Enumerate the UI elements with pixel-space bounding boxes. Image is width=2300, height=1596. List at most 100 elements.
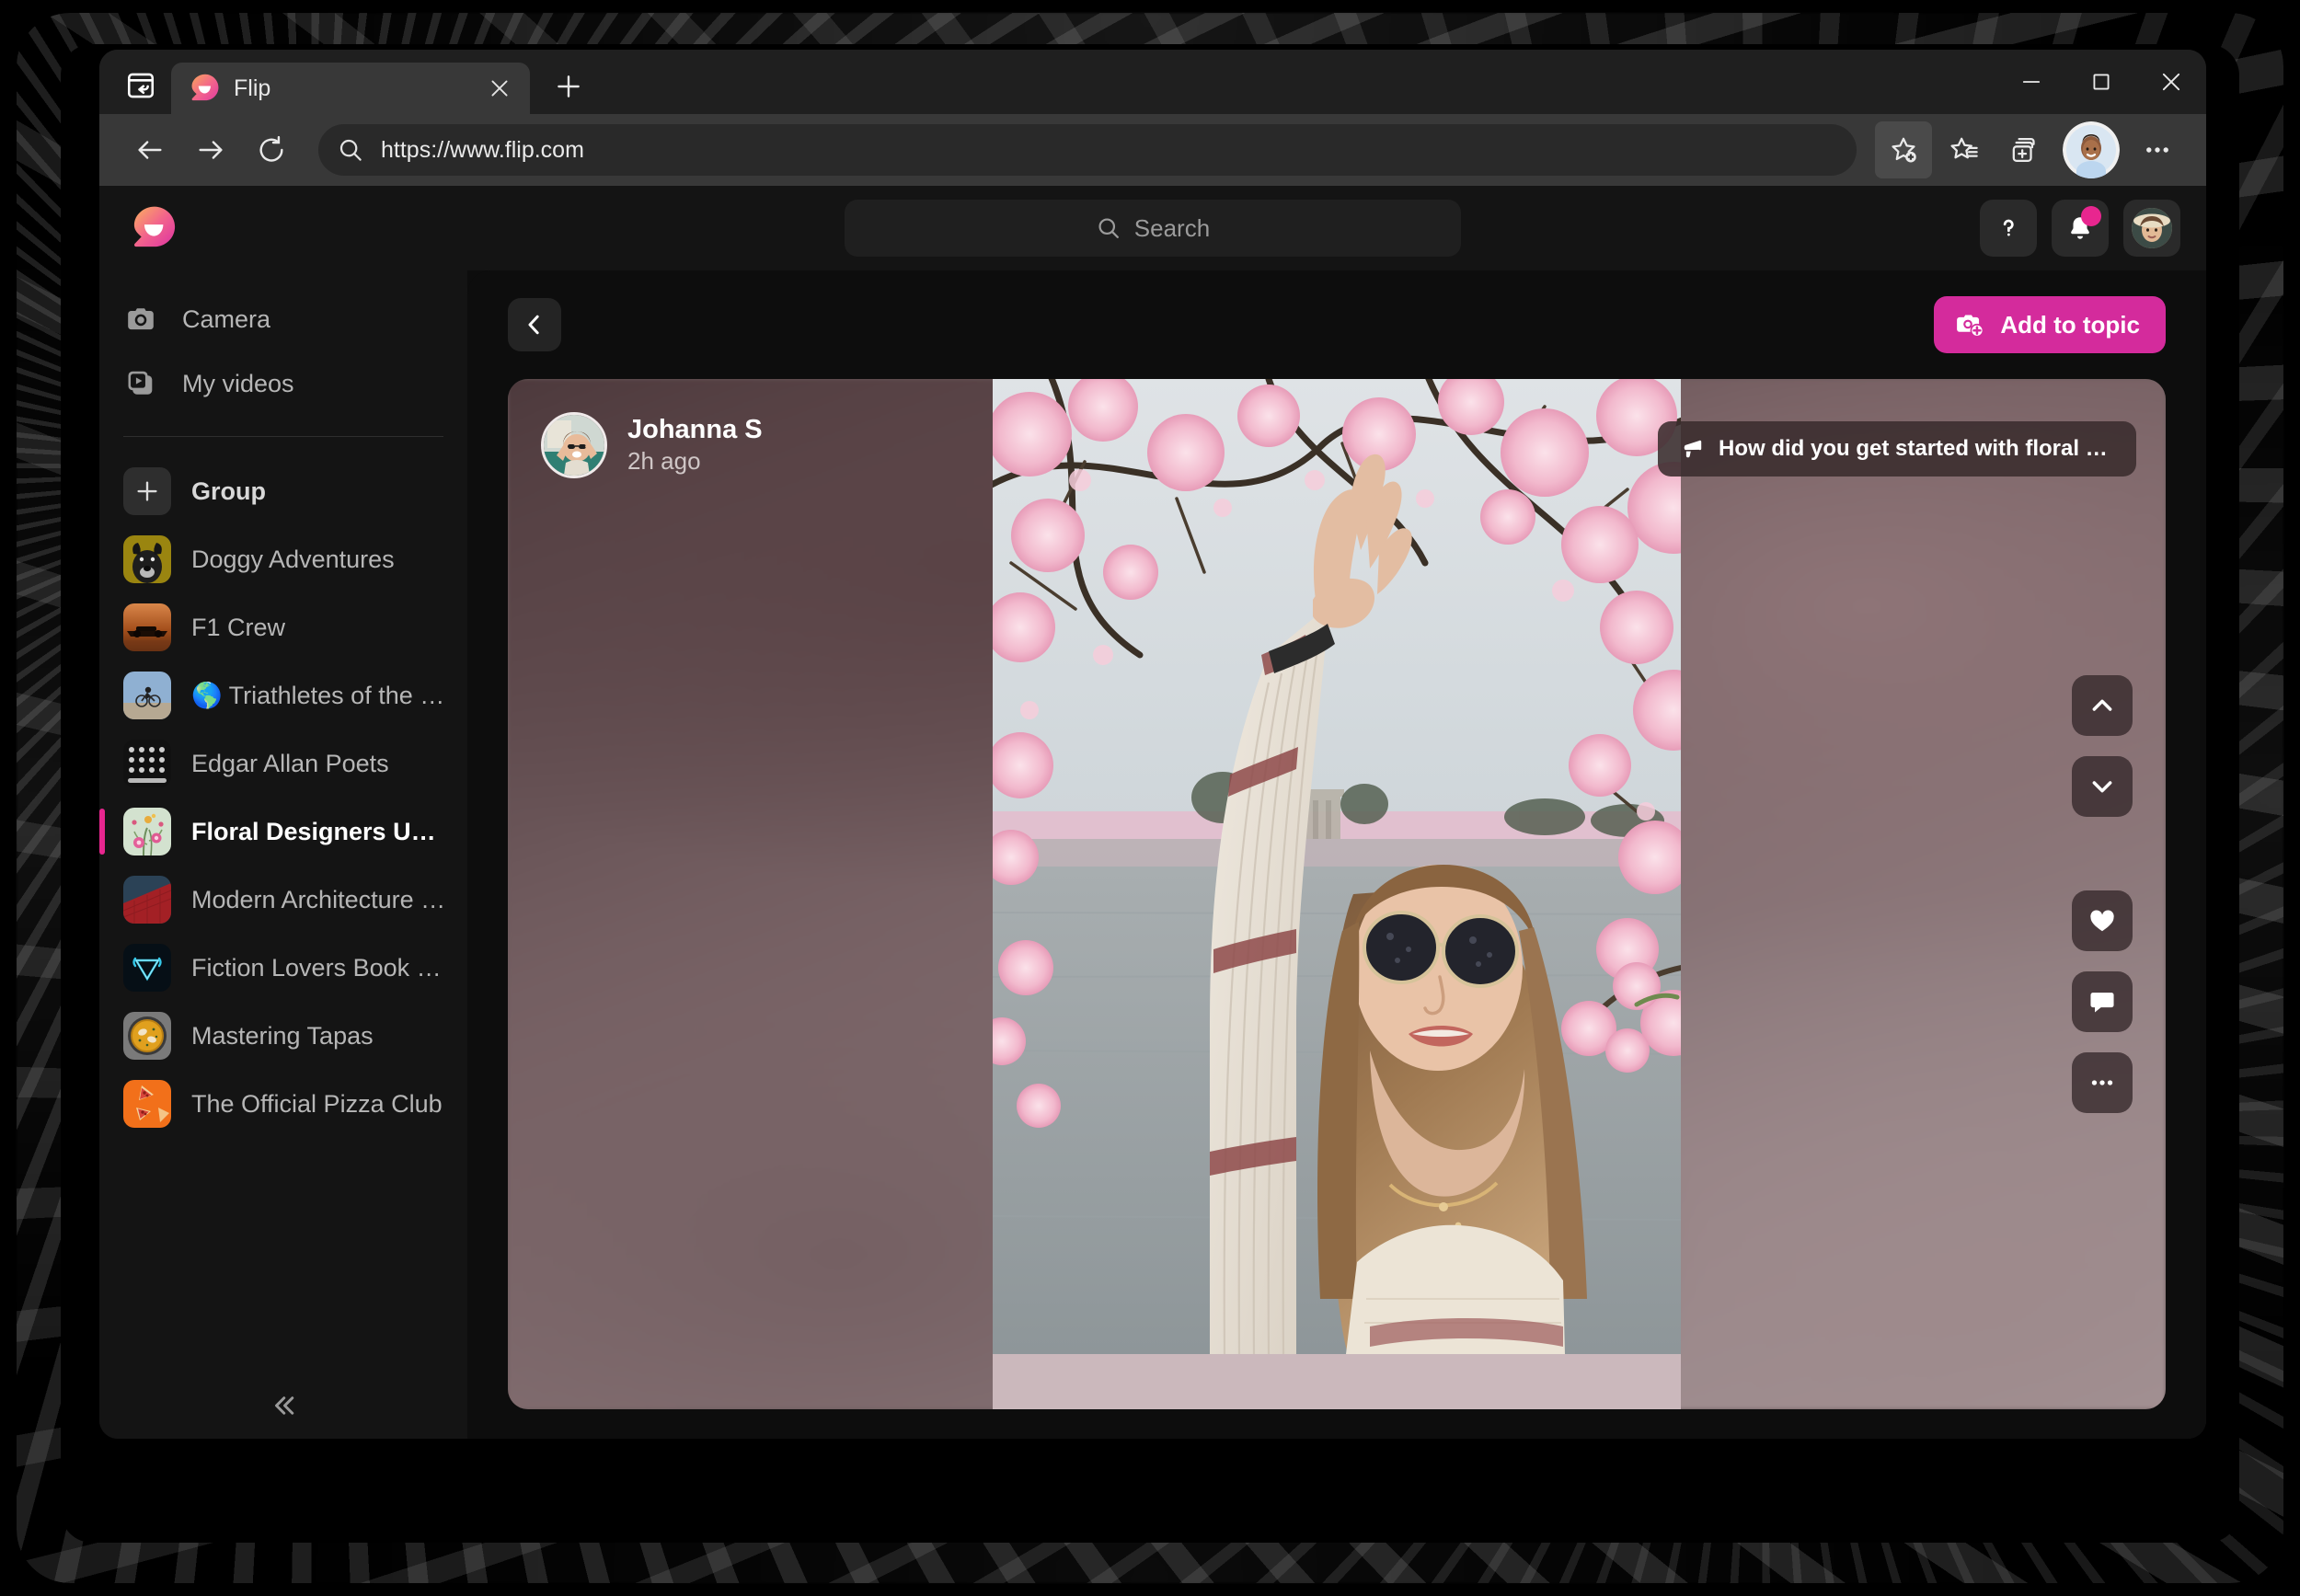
search-icon [339,139,362,161]
camera-icon [123,302,158,337]
reload-icon[interactable] [243,121,300,178]
video-frame[interactable] [993,379,1681,1409]
maximize-icon[interactable] [2066,50,2136,114]
help-button[interactable] [1980,200,2037,257]
url-text: https://www.flip.com [381,136,584,163]
add-to-topic-button[interactable]: Add to topic [1934,296,2166,353]
comment-button[interactable] [2072,971,2133,1032]
browser-window: Flip https://www.flip.com Search Camera … [99,50,2206,1439]
app-body: Camera My videos Group Doggy Adventures … [99,270,2206,1439]
group-thumbnail [123,876,171,924]
topic-text: How did you get started with floral arra… [1719,436,2116,461]
sidebar-group-doggy-adventures[interactable]: Doggy Adventures [99,525,467,593]
search-icon [1098,218,1119,238]
tab-actions-icon[interactable] [120,64,162,107]
sidebar-item-camera[interactable]: Camera [99,287,467,351]
sidebar-group-f1-crew[interactable]: F1 Crew [99,593,467,661]
group-thumbnail [123,1080,171,1128]
settings-more-icon[interactable] [2129,121,2186,178]
sidebar-group-fiction-lovers-book-club[interactable]: Fiction Lovers Book Club [99,934,467,1002]
like-button[interactable] [2072,890,2133,951]
sidebar: Camera My videos Group Doggy Adventures … [99,270,467,1439]
collapse-sidebar-button[interactable] [99,1389,467,1422]
back-button[interactable] [508,298,561,351]
favorites-icon[interactable] [1936,121,1993,178]
chevron-down-icon [2092,781,2112,793]
video-artwork [993,379,1681,1354]
chevron-up-icon [2092,699,2112,711]
group-thumbnail [123,672,171,719]
sidebar-group-mastering-tapas[interactable]: Mastering Tapas [99,1002,467,1070]
main-content: Add to topic Johanna S 2h ago How did yo… [467,270,2206,1439]
group-thumbnail [123,808,171,855]
browser-tab[interactable]: Flip [171,63,530,114]
minimize-icon[interactable] [1996,50,2066,114]
add-to-topic-label: Add to topic [2000,310,2140,339]
app-header: Search [99,186,2206,270]
add-favorite-icon[interactable] [1875,121,1932,178]
close-icon[interactable] [2136,50,2206,114]
sidebar-group-label: Mastering Tapas [191,1021,374,1050]
profile-avatar-icon[interactable] [2063,121,2120,178]
back-arrow-icon[interactable] [121,121,178,178]
plus-icon [123,467,171,515]
sidebar-group-label: Floral Designers Unite [191,817,451,845]
group-thumbnail [123,535,171,583]
sidebar-group-label: Fiction Lovers Book Club [191,953,451,982]
more-options-button[interactable] [2072,1052,2133,1113]
sidebar-group-label: 🌎 Triathletes of the World [191,682,451,709]
author-avatar[interactable] [541,412,607,478]
browser-tabstrip: Flip [99,50,2206,114]
group-thumbnail [123,1012,171,1060]
group-thumbnail [123,603,171,651]
flip-logo-icon[interactable] [131,204,178,252]
sidebar-item-label: My videos [182,369,294,397]
post-author-name: Johanna S [627,414,763,444]
sidebar-group-floral-designers-unite[interactable]: Floral Designers Unite [99,798,467,866]
browser-toolbar: https://www.flip.com [99,114,2206,186]
active-indicator [99,809,105,855]
flip-logo-icon [191,74,219,101]
notification-badge [2081,206,2101,226]
video-action-rail [2072,675,2133,1113]
sidebar-group-label: Doggy Adventures [191,545,395,573]
megaphone-icon [1684,440,1702,458]
window-controls [1996,50,2206,114]
post-header: Johanna S 2h ago [541,412,763,478]
sidebar-group-label: Edgar Allan Poets [191,749,389,777]
new-tab-button[interactable] [545,63,592,110]
search-input[interactable]: Search [845,200,1461,257]
heart-icon [2090,910,2114,932]
sidebar-group-triathletes-of-the-world[interactable]: 🌎 Triathletes of the World [99,661,467,729]
forward-arrow-icon[interactable] [182,121,239,178]
collections-icon[interactable] [1996,121,2053,178]
sidebar-divider [123,436,443,437]
next-video-button[interactable] [2072,756,2133,817]
main-header: Add to topic [508,294,2166,355]
post-author-block: Johanna S 2h ago [627,413,763,477]
close-tab-icon[interactable] [482,71,517,106]
topic-pill[interactable]: How did you get started with floral arra… [1658,421,2136,477]
video-player[interactable]: Johanna S 2h ago How did you get started… [508,379,2166,1409]
question-mark-icon [2003,219,2014,236]
ellipsis-icon [2091,1080,2113,1085]
sidebar-group-modern-architecture[interactable]: Modern Architecture Princ... [99,866,467,934]
sidebar-group-edgar-allan-poets[interactable]: Edgar Allan Poets [99,729,467,798]
collapse-sidebar-icon [275,1396,294,1415]
video-library-icon [123,366,158,401]
comment-icon [2090,993,2114,1013]
add-group-label: Group [191,477,266,505]
address-bar[interactable]: https://www.flip.com [318,124,1857,176]
previous-video-button[interactable] [2072,675,2133,736]
notifications-button[interactable] [2052,200,2109,257]
account-avatar[interactable] [2123,200,2180,257]
sidebar-group-label: The Official Pizza Club [191,1089,443,1118]
sidebar-group-the-official-pizza-club[interactable]: The Official Pizza Club [99,1070,467,1138]
post-timestamp: 2h ago [627,447,701,476]
group-thumbnail [123,944,171,992]
add-group-button[interactable]: Group [99,457,467,525]
tab-title: Flip [234,75,271,101]
sidebar-item-my-videos[interactable]: My videos [99,351,467,416]
camera-plus-icon [1957,315,1984,338]
back-chevron-icon [528,315,539,335]
